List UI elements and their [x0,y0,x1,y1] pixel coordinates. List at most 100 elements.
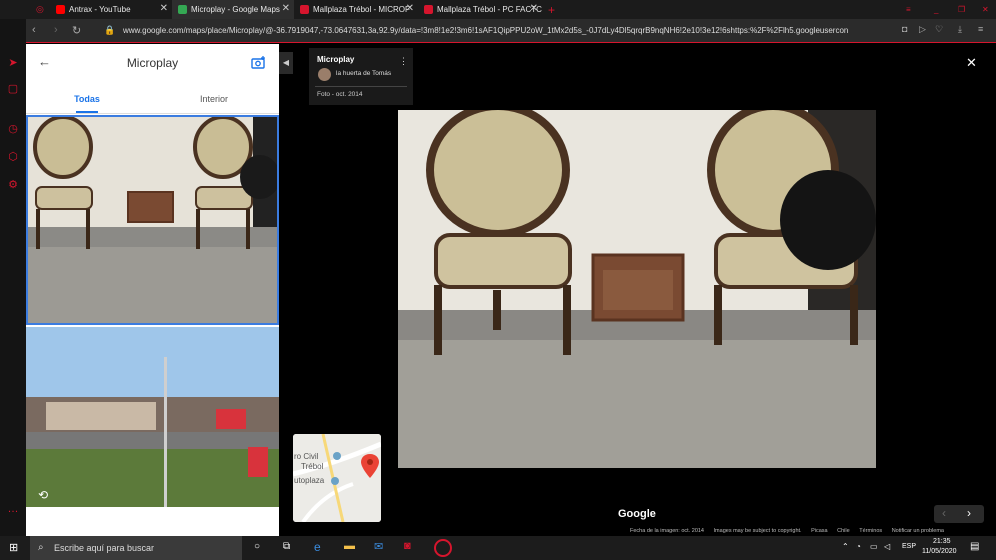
prev-icon[interactable]: ‹ [942,506,946,520]
photo-tabs: Todas Interior [26,84,279,114]
terms-link[interactable]: Términos [859,528,882,534]
attribution-bar: Fecha de la imagen: oct. 2014 Images may… [630,528,996,536]
main-photo[interactable] [398,110,876,468]
notifications-icon[interactable]: ▤ [970,541,979,552]
mallplaza-icon [300,5,309,14]
mallplaza-icon [424,5,433,14]
opera-sidebar: ➤ ▢ ◷ ⬡ ⚙ … [0,0,26,536]
window-close-icon[interactable]: ✕ [976,0,992,19]
map-label: ro Civil [294,452,319,461]
copyright-note: Images may be subject to copyright. [713,528,802,534]
close-viewer-icon[interactable]: ✕ [966,55,977,71]
minimap[interactable]: ro Civil Trébol utoplaza [293,434,381,522]
image-date: Fecha de la imagen: oct. 2014 [630,528,704,534]
lock-icon: 🔒 [104,25,116,35]
tab-google-maps[interactable]: Microplay - Google Maps ✕ [172,0,294,19]
map-label: Trébol [301,462,324,471]
place-name[interactable]: Microplay [317,55,354,64]
panel-title: Microplay [126,56,179,70]
tab-bar: ◎ Antrax - YouTube ✕ Microplay - Google … [0,0,996,19]
tray-chevron-icon[interactable]: ⌃ [842,542,849,551]
new-tab-button[interactable]: + [542,0,558,19]
easy-setup-icon[interactable]: ≡ [978,24,983,34]
camera-icon[interactable]: ◘ [902,24,907,34]
reload-icon[interactable]: ↻ [72,24,81,37]
clock-date[interactable]: 11/05/2020 [922,548,957,555]
cortana-icon[interactable]: ○ [254,541,260,552]
search-placeholder: Escribe aquí para buscar [54,543,155,553]
streetview-photo: ⟲ [26,327,279,507]
search-icon: ⌕ [38,542,44,553]
panel-header: ← Microplay [26,44,279,84]
close-icon[interactable]: ✕ [406,3,414,14]
network-icon[interactable]: ◔ [856,542,861,551]
tab-label: Microplay - Google Maps [191,5,280,14]
minimize-icon[interactable]: _ [928,0,942,19]
file-explorer-icon[interactable]: ▬ [344,540,355,552]
youtube-icon [56,5,65,14]
forward-icon[interactable]: › [54,24,58,36]
send-icon[interactable]: ➤ [6,56,20,70]
add-photo-icon[interactable] [251,56,266,69]
battery-icon[interactable]: ▭ [870,542,878,551]
map-label: utoplaza [294,476,325,485]
close-icon[interactable]: ✕ [160,3,168,14]
send-icon[interactable]: ▷ [919,24,926,35]
taskbar-search[interactable]: ⌕ Escribe aquí para buscar [30,536,242,560]
settings-icon[interactable]: ⚙ [6,178,20,192]
edge-icon[interactable]: e [314,540,321,554]
mail-icon[interactable]: ✉ [374,540,383,553]
opera-gx-icon[interactable]: ◙ [404,540,411,552]
back-icon[interactable]: ‹ [32,24,36,36]
menu-icon[interactable]: ≡ [900,0,914,19]
heart-icon[interactable]: ♡ [935,24,943,35]
tab-label: Mallplaza Trébol - PC FACTC [437,5,542,14]
photo-thumbnail-streetview[interactable]: ⟲ [26,327,279,507]
windows-start-icon[interactable]: ⊞ [9,541,18,554]
tab-label: Antrax - YouTube [69,5,131,14]
language-indicator[interactable]: ESP [902,543,916,550]
tab-interior[interactable]: Interior [174,94,254,104]
maximize-icon[interactable]: ❐ [952,0,966,19]
tab-mallplaza-pcfactory[interactable]: Mallplaza Trébol - PC FACTC ✕ [418,0,542,19]
report-link[interactable]: Notificar un problema [892,528,944,534]
tab-todas[interactable]: Todas [47,94,127,104]
tab-label: Mallplaza Trébol - MICROF [313,5,410,14]
taskbar: ⊞ ⌕ Escribe aquí para buscar ○ ⧉ e ▬ ✉ ◙… [0,536,996,560]
cube-icon[interactable]: ⬡ [6,150,20,164]
picasa-link[interactable]: Picasa [811,528,828,534]
more-vert-icon[interactable]: ⋮ [399,56,408,67]
url-field[interactable]: www.google.com/maps/place/Microplay/@-36… [123,26,903,35]
maps-icon [178,5,187,14]
tab-youtube[interactable]: Antrax - YouTube ✕ [50,0,172,19]
clock-time[interactable]: 21:35 [933,538,951,545]
tab-mallplaza-microplay[interactable]: Mallplaza Trébol - MICROF ✕ [294,0,418,19]
next-icon[interactable]: › [967,506,971,520]
address-bar: ‹ › ↻ 🔒 www.google.com/maps/place/Microp… [26,19,996,43]
photo-date: Foto - oct. 2014 [317,91,363,98]
tab-gaming-icon[interactable]: ◎ [30,0,50,19]
close-icon[interactable]: ✕ [530,3,538,14]
chairs-large-photo [398,110,876,468]
360-icon: ⟲ [38,488,48,502]
whatsapp-icon[interactable]: ▢ [6,82,20,96]
chairs-photo [28,117,277,323]
download-icon[interactable]: ⤓ [958,24,962,35]
volume-icon[interactable]: ◁ [884,542,890,551]
close-icon[interactable]: ✕ [282,3,290,14]
divider [315,86,407,87]
photo-info-card: Microplay la huerta de Tomás ⋮ Foto - oc… [309,48,413,105]
country-link[interactable]: Chile [837,528,850,534]
task-view-icon[interactable]: ⧉ [283,541,290,552]
photos-panel: ← Microplay Todas Interior ⟲ [26,44,279,536]
more-icon[interactable]: … [6,502,20,516]
author-name[interactable]: la huerta de Tomás [336,70,391,77]
opera-taskbar-icon[interactable] [434,539,452,557]
avatar[interactable] [318,68,331,81]
google-logo: Google [618,508,656,520]
photo-thumbnail-chairs[interactable] [26,115,279,325]
history-icon[interactable]: ◷ [6,122,20,136]
collapse-panel-button[interactable]: ◀ [279,52,293,74]
active-tab-indicator [76,111,98,113]
photo-nav: ‹ › [934,505,984,523]
